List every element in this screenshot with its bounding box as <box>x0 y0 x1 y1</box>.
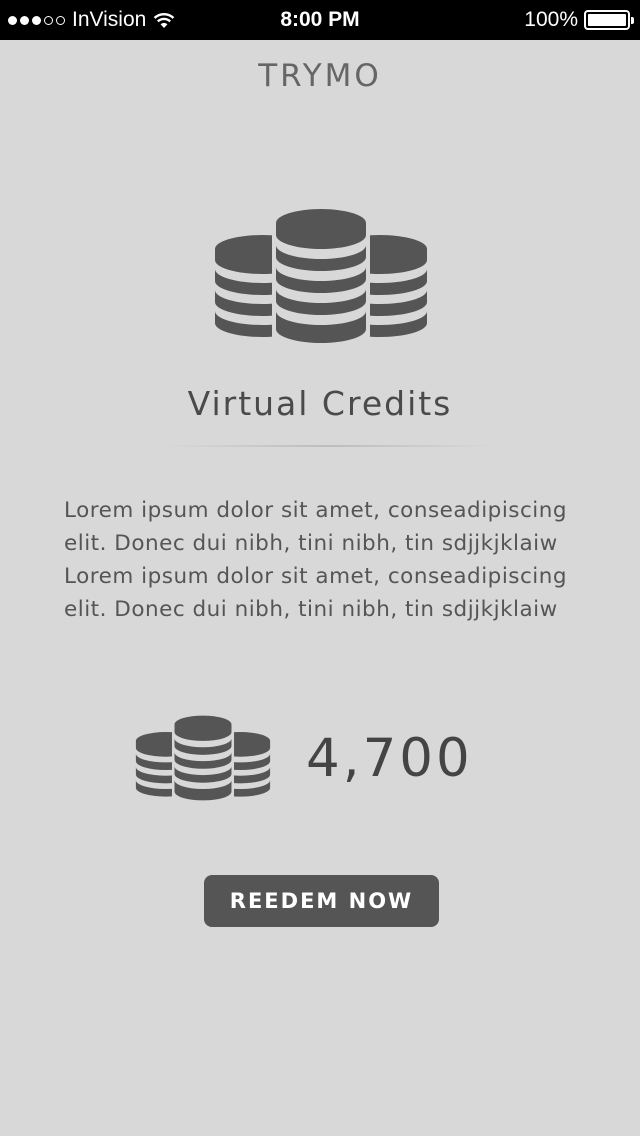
wifi-icon <box>154 13 175 28</box>
signal-strength-icon <box>8 15 65 25</box>
battery-percent: 100% <box>524 8 578 31</box>
app-title: TRYMO <box>258 58 382 94</box>
coin-stacks-icon <box>135 715 271 802</box>
description-line: elit. Donec dui nibh, tini nibh, tin sdj… <box>64 597 558 622</box>
status-right: 100% <box>524 0 634 40</box>
carrier-name: InVision <box>72 8 147 31</box>
credit-balance: 4,700 <box>306 728 473 789</box>
battery-level <box>588 14 626 26</box>
status-left: InVision <box>8 0 176 40</box>
description-line: Lorem ipsum dolor sit amet, conseadipisc… <box>64 498 568 523</box>
description: Lorem ipsum dolor sit amet, conseadipisc… <box>64 494 584 626</box>
section-title: Virtual Credits <box>187 384 453 423</box>
battery-icon <box>584 10 634 30</box>
status-bar: InVision 8:00 PM 100% <box>0 0 640 40</box>
redeem-now-button[interactable]: REEDEM NOW <box>204 875 439 927</box>
description-line: Lorem ipsum dolor sit amet, conseadipisc… <box>64 564 568 589</box>
coin-stacks-icon <box>215 209 427 345</box>
title-divider <box>165 445 495 447</box>
description-line: elit. Donec dui nibh, tini nibh, tin sdj… <box>64 531 558 556</box>
